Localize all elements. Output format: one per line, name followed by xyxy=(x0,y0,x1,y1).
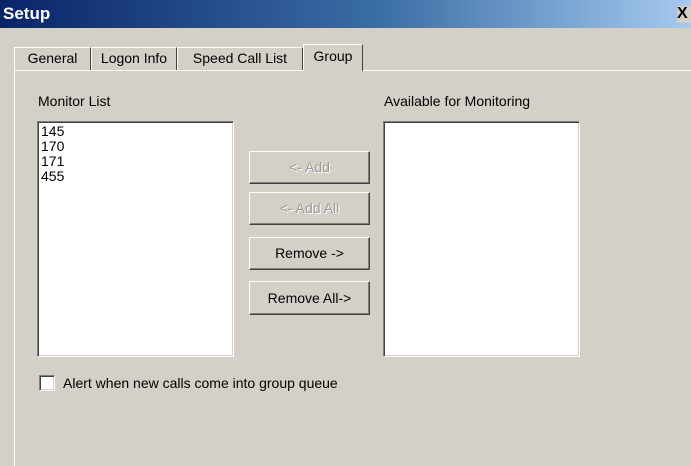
list-item[interactable]: 170 xyxy=(41,139,230,154)
tab-label: Logon Info xyxy=(100,50,168,66)
add-all-button[interactable]: <- Add All xyxy=(249,192,370,225)
tab-speed-call-list[interactable]: Speed Call List xyxy=(177,47,303,71)
list-item[interactable]: 455 xyxy=(41,169,230,184)
list-item[interactable]: 145 xyxy=(41,124,230,139)
tab-strip: General Logon Info Speed Call List Group xyxy=(14,44,684,71)
remove-all-button[interactable]: Remove All-> xyxy=(249,281,370,315)
tab-general[interactable]: General xyxy=(14,47,91,71)
tab-group[interactable]: Group xyxy=(303,44,363,71)
list-item[interactable]: 171 xyxy=(41,154,230,169)
tab-label: General xyxy=(27,50,78,66)
window-title: Setup xyxy=(3,4,51,23)
remove-button[interactable]: Remove -> xyxy=(249,237,370,270)
tab-label: Group xyxy=(313,48,353,64)
close-icon[interactable]: X xyxy=(677,6,691,23)
tab-logon-info[interactable]: Logon Info xyxy=(91,47,177,71)
available-list-label: Available for Monitoring xyxy=(384,93,531,109)
add-button[interactable]: <- Add xyxy=(249,151,370,184)
monitor-list-label: Monitor List xyxy=(38,93,111,109)
available-list-box[interactable] xyxy=(383,121,580,357)
title-bar: Setup X xyxy=(0,0,691,28)
alert-checkbox[interactable] xyxy=(39,375,55,391)
monitor-list-box[interactable]: 145 170 171 455 xyxy=(37,121,234,357)
alert-checkbox-label: Alert when new calls come into group que… xyxy=(63,375,338,391)
tab-label: Speed Call List xyxy=(192,50,288,66)
